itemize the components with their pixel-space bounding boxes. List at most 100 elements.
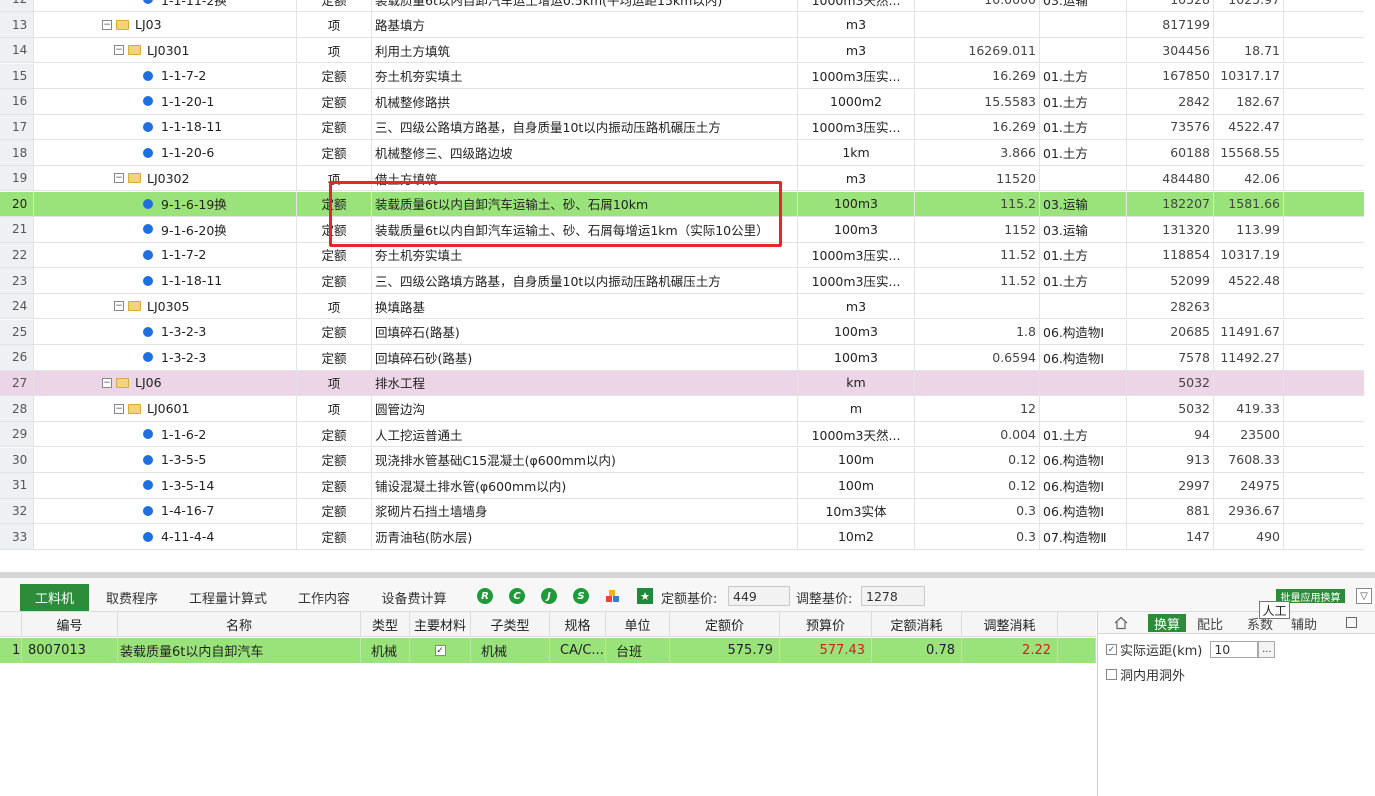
col-base-price[interactable]: 定额价: [670, 612, 780, 636]
row-fee-category[interactable]: 07.构造物Ⅱ: [1040, 524, 1127, 549]
row-code-cell[interactable]: 1-1-20-1: [34, 89, 297, 114]
row-quantity[interactable]: 3.866: [915, 140, 1040, 165]
row-unit-price[interactable]: [1214, 370, 1284, 396]
row-quantity[interactable]: [915, 12, 1040, 37]
row-code-cell[interactable]: 1-1-7-2: [34, 242, 297, 268]
row-amount[interactable]: 167850: [1127, 63, 1214, 89]
blocks-icon[interactable]: [605, 588, 621, 604]
row-type[interactable]: 定额: [297, 217, 372, 242]
row-code-cell[interactable]: 1-3-5-14: [34, 473, 297, 498]
resource-code[interactable]: 8007013: [22, 638, 118, 663]
row-number[interactable]: 20: [0, 191, 34, 217]
row-amount[interactable]: 73576: [1127, 114, 1214, 140]
row-name[interactable]: 人工挖运普通土: [372, 421, 798, 447]
grid-row[interactable]: 16 1-1-20-1 定额 机械整修路拱 1000m2 15.5583 01.土方 2842…: [0, 89, 1364, 115]
row-type[interactable]: 项: [297, 12, 372, 37]
row-quantity[interactable]: 16269.011: [915, 37, 1040, 63]
c-icon[interactable]: C: [509, 588, 525, 604]
row-fee-category[interactable]: 06.构造物Ⅰ: [1040, 473, 1127, 498]
row-fee-category[interactable]: 03.运输: [1040, 191, 1127, 217]
row-unit-price[interactable]: 42.06: [1214, 165, 1284, 191]
row-name[interactable]: 排水工程: [372, 370, 798, 396]
row-amount[interactable]: 2842: [1127, 89, 1214, 114]
collapse-toggle-icon[interactable]: −: [114, 173, 124, 184]
col-base-consumption[interactable]: 定额消耗: [872, 612, 962, 636]
row-amount[interactable]: 10528: [1127, 0, 1214, 12]
row-amount[interactable]: 2997: [1127, 473, 1214, 498]
row-amount[interactable]: 118854: [1127, 242, 1214, 268]
row-name[interactable]: 夯土机夯实填土: [372, 63, 798, 89]
row-unit-price[interactable]: [1214, 293, 1284, 319]
row-code-cell[interactable]: − LJ0301: [34, 37, 297, 63]
grid-row[interactable]: 18 1-1-20-6 定额 机械整修三、四级路边坡 1km 3.866 01.土方 6018…: [0, 140, 1364, 166]
row-type[interactable]: 定额: [297, 191, 372, 217]
row-unit[interactable]: 1000m3压实...: [798, 63, 915, 89]
row-quantity[interactable]: 15.5583: [915, 89, 1040, 114]
row-unit[interactable]: m3: [798, 37, 915, 63]
row-unit-price[interactable]: 182.67: [1214, 89, 1284, 114]
row-unit-price[interactable]: 11492.27: [1214, 345, 1284, 370]
grid-row[interactable]: 17 1-1-18-11 定额 三、四级公路填方路基，自身质量10t以内振动压路机碾压…: [0, 114, 1364, 141]
second-option-checkbox[interactable]: [1106, 669, 1117, 680]
row-name[interactable]: 沥青油毡(防水层): [372, 524, 798, 549]
row-number[interactable]: 23: [0, 268, 34, 293]
row-type[interactable]: 定额: [297, 524, 372, 549]
row-name[interactable]: 机械整修路拱: [372, 89, 798, 114]
row-type[interactable]: 定额: [297, 114, 372, 140]
row-name[interactable]: 铺设混凝土排水管(φ600mm以内): [372, 473, 798, 498]
row-number[interactable]: 19: [0, 165, 34, 191]
row-amount[interactable]: 484480: [1127, 165, 1214, 191]
row-amount[interactable]: 147: [1127, 524, 1214, 549]
row-type[interactable]: 定额: [297, 345, 372, 370]
row-code-cell[interactable]: 1-3-2-3: [34, 319, 297, 345]
row-quantity[interactable]: 16.269: [915, 114, 1040, 140]
grid-row[interactable]: 30 1-3-5-5 定额 现浇排水管基础C15混凝土(φ600mm以内) 100m 0.…: [0, 447, 1364, 474]
row-name[interactable]: 现浇排水管基础C15混凝土(φ600mm以内): [372, 447, 798, 473]
grid-row[interactable]: 21 9-1-6-20换 定额 装载质量6t以内自卸汽车运输土、砂、石屑每增运1km（…: [0, 217, 1364, 243]
col-adjust-consumption[interactable]: 调整消耗: [962, 612, 1058, 636]
main-material-checkbox-cell[interactable]: ✓: [410, 638, 471, 663]
resource-base-consumption[interactable]: 0.78: [872, 638, 962, 663]
resource-type[interactable]: 机械: [361, 638, 410, 663]
row-unit[interactable]: 100m: [798, 473, 915, 498]
row-fee-category[interactable]: 03.运输: [1040, 0, 1127, 12]
row-code-cell[interactable]: 1-1-20-6: [34, 140, 297, 165]
row-fee-category[interactable]: 01.土方: [1040, 268, 1127, 293]
resource-base-price[interactable]: 575.79: [670, 638, 780, 663]
tab-equipment-fee[interactable]: 设备费计算: [372, 584, 456, 611]
row-type[interactable]: 定额: [297, 140, 372, 165]
row-number[interactable]: 21: [0, 217, 34, 242]
row-amount[interactable]: 28263: [1127, 293, 1214, 319]
row-quantity[interactable]: 1.8: [915, 319, 1040, 345]
row-quantity[interactable]: 0.6594: [915, 345, 1040, 370]
col-subtype[interactable]: 子类型: [471, 612, 550, 636]
row-fee-category[interactable]: 01.土方: [1040, 63, 1127, 89]
row-unit-price[interactable]: 10317.17: [1214, 63, 1284, 89]
grid-row[interactable]: 13 − LJ03 项路基填方 m3 817199: [0, 12, 1364, 38]
row-name[interactable]: 回填碎石(路基): [372, 319, 798, 345]
row-unit[interactable]: 1km: [798, 140, 915, 165]
row-quantity[interactable]: 11.52: [915, 268, 1040, 293]
grid-row[interactable]: 29 1-1-6-2 定额 人工挖运普通土 1000m3天然... 0.004 01.土方 9…: [0, 421, 1364, 448]
row-quantity[interactable]: 0.004: [915, 421, 1040, 447]
row-unit[interactable]: m3: [798, 293, 915, 319]
row-number[interactable]: 22: [0, 242, 34, 268]
row-amount[interactable]: 131320: [1127, 217, 1214, 242]
row-code-cell[interactable]: − LJ0305: [34, 293, 297, 319]
row-number[interactable]: 30: [0, 447, 34, 473]
row-type[interactable]: 定额: [297, 63, 372, 89]
tab-work-content[interactable]: 工作内容: [289, 584, 359, 611]
row-unit-price[interactable]: 18.71: [1214, 37, 1284, 63]
grid-row[interactable]: 12 1-1-11-2换 定额装载质量6t以内自卸汽车运土增运0.5km(平均运距1…: [0, 0, 1364, 13]
grid-row[interactable]: 26 1-3-2-3 定额 回填碎石砂(路基) 100m3 0.6594 06.构造物Ⅰ 75…: [0, 345, 1364, 371]
main-material-checkbox[interactable]: ✓: [434, 645, 446, 656]
resource-spec[interactable]: CA/C...: [550, 638, 606, 663]
grid-row[interactable]: 24 − LJ0305 项换填路基 m3 28263: [0, 293, 1364, 320]
row-number[interactable]: 27: [0, 370, 34, 396]
row-unit[interactable]: 1000m3压实...: [798, 114, 915, 140]
row-unit-price[interactable]: 15568.55: [1214, 140, 1284, 165]
row-unit-price[interactable]: 113.99: [1214, 217, 1284, 242]
row-name[interactable]: 浆砌片石挡土墙墙身: [372, 498, 798, 524]
row-unit-price[interactable]: 11491.67: [1214, 319, 1284, 345]
col-type[interactable]: 类型: [361, 612, 410, 636]
